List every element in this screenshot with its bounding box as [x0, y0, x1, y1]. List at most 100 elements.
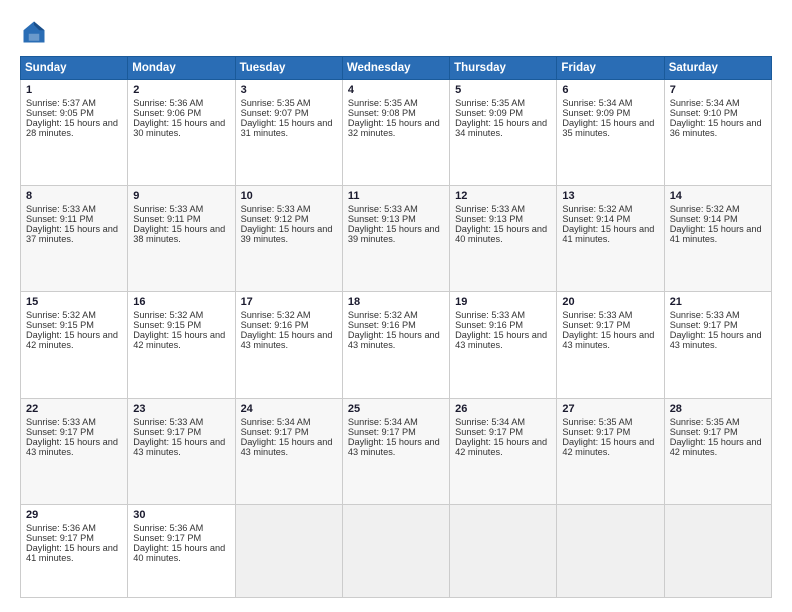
col-header-tuesday: Tuesday — [235, 57, 342, 80]
calendar-cell: 9 Sunrise: 5:33 AMSunset: 9:11 PMDaylight… — [128, 186, 235, 292]
day-number: 19 — [455, 296, 551, 308]
calendar-week-3: 15 Sunrise: 5:32 AMSunset: 9:15 PMDayligh… — [21, 292, 772, 398]
day-number: 9 — [133, 190, 229, 202]
page: SundayMondayTuesdayWednesdayThursdayFrid… — [0, 0, 792, 612]
calendar-cell: 13 Sunrise: 5:32 AMSunset: 9:14 PMDayligh… — [557, 186, 664, 292]
cell-info: Sunrise: 5:32 AMSunset: 9:15 PMDaylight:… — [133, 310, 225, 350]
calendar-cell: 7 Sunrise: 5:34 AMSunset: 9:10 PMDaylight… — [664, 80, 771, 186]
day-number: 21 — [670, 296, 766, 308]
cell-info: Sunrise: 5:33 AMSunset: 9:17 PMDaylight:… — [670, 310, 762, 350]
calendar-cell: 10 Sunrise: 5:33 AMSunset: 9:12 PMDayligh… — [235, 186, 342, 292]
calendar-cell: 19 Sunrise: 5:33 AMSunset: 9:16 PMDayligh… — [450, 292, 557, 398]
day-number: 12 — [455, 190, 551, 202]
calendar-cell: 23 Sunrise: 5:33 AMSunset: 9:17 PMDayligh… — [128, 398, 235, 504]
calendar-week-2: 8 Sunrise: 5:33 AMSunset: 9:11 PMDaylight… — [21, 186, 772, 292]
calendar-cell: 1 Sunrise: 5:37 AMSunset: 9:05 PMDaylight… — [21, 80, 128, 186]
calendar-cell: 22 Sunrise: 5:33 AMSunset: 9:17 PMDayligh… — [21, 398, 128, 504]
col-header-friday: Friday — [557, 57, 664, 80]
col-header-thursday: Thursday — [450, 57, 557, 80]
day-number: 30 — [133, 509, 229, 521]
calendar-cell: 27Sunrise: 5:35 AMSunset: 9:17 PMDayligh… — [557, 398, 664, 504]
day-number: 5 — [455, 84, 551, 96]
calendar-cell: 25 Sunrise: 5:34 AMSunset: 9:17 PMDayligh… — [342, 398, 449, 504]
cell-info: Sunrise: 5:35 AMSunset: 9:07 PMDaylight:… — [241, 98, 333, 138]
calendar-cell: 21 Sunrise: 5:33 AMSunset: 9:17 PMDayligh… — [664, 292, 771, 398]
cell-info: Sunrise: 5:32 AMSunset: 9:16 PMDaylight:… — [348, 310, 440, 350]
day-number: 6 — [562, 84, 658, 96]
day-number: 1 — [26, 84, 122, 96]
col-header-saturday: Saturday — [664, 57, 771, 80]
cell-info: Sunrise: 5:32 AMSunset: 9:14 PMDaylight:… — [670, 204, 762, 244]
calendar-cell: 12 Sunrise: 5:33 AMSunset: 9:13 PMDayligh… — [450, 186, 557, 292]
day-number: 7 — [670, 84, 766, 96]
day-number: 23 — [133, 403, 229, 415]
day-number: 18 — [348, 296, 444, 308]
calendar-cell: 14 Sunrise: 5:32 AMSunset: 9:14 PMDayligh… — [664, 186, 771, 292]
calendar-cell: 5Sunrise: 5:35 AMSunset: 9:09 PMDaylight… — [450, 80, 557, 186]
calendar-cell: 24 Sunrise: 5:34 AMSunset: 9:17 PMDayligh… — [235, 398, 342, 504]
day-number: 22 — [26, 403, 122, 415]
day-number: 20 — [562, 296, 658, 308]
calendar-cell: 3Sunrise: 5:35 AMSunset: 9:07 PMDaylight… — [235, 80, 342, 186]
cell-info: Sunrise: 5:34 AMSunset: 9:17 PMDaylight:… — [241, 417, 333, 457]
calendar-cell: 28Sunrise: 5:35 AMSunset: 9:17 PMDayligh… — [664, 398, 771, 504]
day-number: 2 — [133, 84, 229, 96]
cell-info: Sunrise: 5:33 AMSunset: 9:17 PMDaylight:… — [26, 417, 118, 457]
cell-info: Sunrise: 5:34 AMSunset: 9:09 PMDaylight:… — [562, 98, 654, 138]
calendar-cell — [342, 504, 449, 597]
calendar-week-1: 1 Sunrise: 5:37 AMSunset: 9:05 PMDaylight… — [21, 80, 772, 186]
cell-info: Sunrise: 5:34 AMSunset: 9:17 PMDaylight:… — [348, 417, 440, 457]
day-number: 26 — [455, 403, 551, 415]
col-header-wednesday: Wednesday — [342, 57, 449, 80]
cell-info: Sunrise: 5:32 AMSunset: 9:14 PMDaylight:… — [562, 204, 654, 244]
cell-info: Sunrise: 5:32 AMSunset: 9:15 PMDaylight:… — [26, 310, 118, 350]
cell-info: Sunrise: 5:35 AMSunset: 9:08 PMDaylight:… — [348, 98, 440, 138]
day-number: 25 — [348, 403, 444, 415]
day-number: 24 — [241, 403, 337, 415]
day-number: 27 — [562, 403, 658, 415]
col-header-sunday: Sunday — [21, 57, 128, 80]
cell-info: Sunrise: 5:36 AMSunset: 9:17 PMDaylight:… — [133, 523, 225, 563]
cell-info: Sunrise: 5:36 AMSunset: 9:17 PMDaylight:… — [26, 523, 118, 563]
calendar-cell: 17 Sunrise: 5:32 AMSunset: 9:16 PMDayligh… — [235, 292, 342, 398]
cell-info: Sunrise: 5:33 AMSunset: 9:13 PMDaylight:… — [348, 204, 440, 244]
cell-info: Sunrise: 5:33 AMSunset: 9:16 PMDaylight:… — [455, 310, 547, 350]
cell-info: Sunrise: 5:36 AMSunset: 9:06 PMDaylight:… — [133, 98, 225, 138]
cell-info: Sunrise: 5:32 AMSunset: 9:16 PMDaylight:… — [241, 310, 333, 350]
day-number: 16 — [133, 296, 229, 308]
cell-info: Sunrise: 5:33 AMSunset: 9:13 PMDaylight:… — [455, 204, 547, 244]
calendar-week-4: 22 Sunrise: 5:33 AMSunset: 9:17 PMDayligh… — [21, 398, 772, 504]
day-number: 10 — [241, 190, 337, 202]
cell-info: Sunrise: 5:37 AMSunset: 9:05 PMDaylight:… — [26, 98, 118, 138]
calendar-cell: 15 Sunrise: 5:32 AMSunset: 9:15 PMDayligh… — [21, 292, 128, 398]
day-number: 8 — [26, 190, 122, 202]
calendar-cell: 29 Sunrise: 5:36 AMSunset: 9:17 PMDayligh… — [21, 504, 128, 597]
cell-info: Sunrise: 5:34 AMSunset: 9:10 PMDaylight:… — [670, 98, 762, 138]
logo-icon — [20, 18, 48, 46]
col-header-monday: Monday — [128, 57, 235, 80]
cell-info: Sunrise: 5:33 AMSunset: 9:17 PMDaylight:… — [133, 417, 225, 457]
calendar-cell: 30 Sunrise: 5:36 AMSunset: 9:17 PMDayligh… — [128, 504, 235, 597]
header — [20, 18, 772, 46]
calendar-cell: 20Sunrise: 5:33 AMSunset: 9:17 PMDayligh… — [557, 292, 664, 398]
cell-info: Sunrise: 5:34 AMSunset: 9:17 PMDaylight:… — [455, 417, 547, 457]
calendar-cell: 2 Sunrise: 5:36 AMSunset: 9:06 PMDaylight… — [128, 80, 235, 186]
cell-info: Sunrise: 5:33 AMSunset: 9:12 PMDaylight:… — [241, 204, 333, 244]
logo — [20, 18, 52, 46]
calendar-cell: 4Sunrise: 5:35 AMSunset: 9:08 PMDaylight… — [342, 80, 449, 186]
calendar-cell: 18 Sunrise: 5:32 AMSunset: 9:16 PMDayligh… — [342, 292, 449, 398]
calendar-cell: 8 Sunrise: 5:33 AMSunset: 9:11 PMDaylight… — [21, 186, 128, 292]
calendar-cell — [557, 504, 664, 597]
cell-info: Sunrise: 5:33 AMSunset: 9:11 PMDaylight:… — [26, 204, 118, 244]
day-number: 15 — [26, 296, 122, 308]
day-number: 13 — [562, 190, 658, 202]
day-number: 28 — [670, 403, 766, 415]
day-number: 29 — [26, 509, 122, 521]
calendar-cell: 16 Sunrise: 5:32 AMSunset: 9:15 PMDayligh… — [128, 292, 235, 398]
day-number: 14 — [670, 190, 766, 202]
calendar-week-5: 29 Sunrise: 5:36 AMSunset: 9:17 PMDayligh… — [21, 504, 772, 597]
cell-info: Sunrise: 5:33 AMSunset: 9:11 PMDaylight:… — [133, 204, 225, 244]
day-number: 11 — [348, 190, 444, 202]
day-number: 17 — [241, 296, 337, 308]
calendar-cell — [450, 504, 557, 597]
